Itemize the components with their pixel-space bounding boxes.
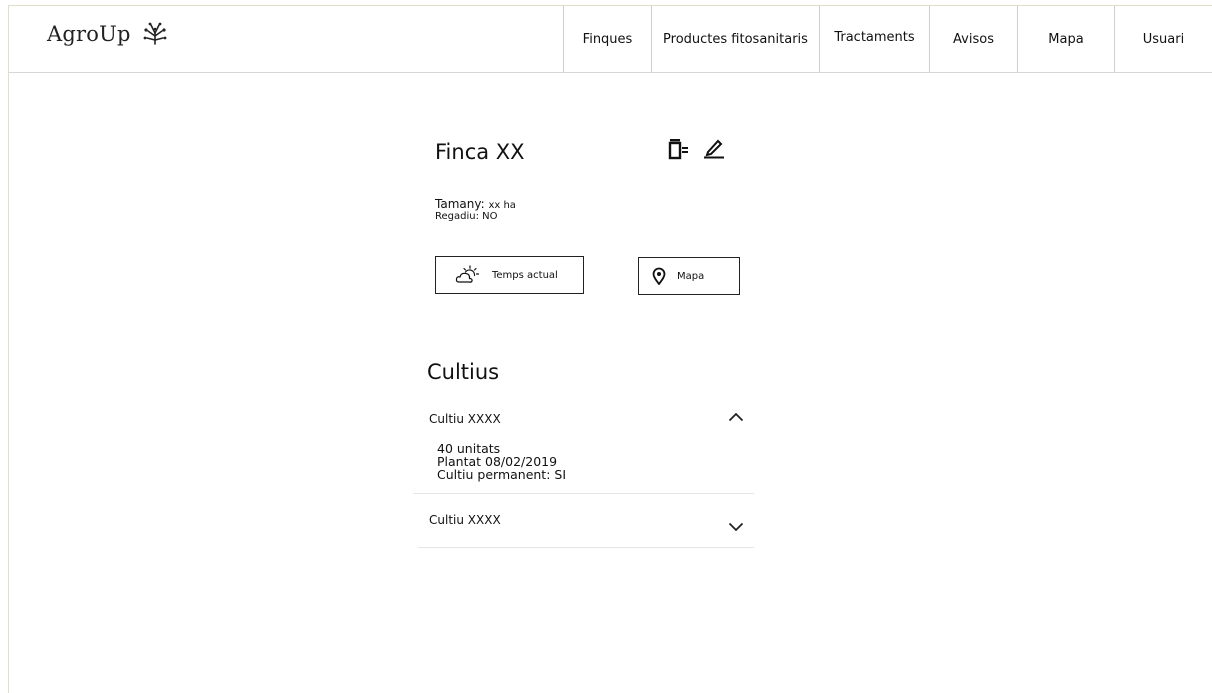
crops-section-title: Cultius [427, 360, 500, 384]
crop-name: Cultiu XXXX [429, 412, 501, 426]
finca-size: Tamany: xx ha [435, 197, 516, 211]
map-button-label: Mapa [677, 270, 705, 282]
crop-name: Cultiu XXXX [429, 513, 501, 527]
crop-row-header[interactable]: Cultiu XXXX [413, 404, 754, 436]
main-nav: Finques Productes fitosanitaris Tractame… [563, 6, 1212, 72]
page-title: Finca XX [435, 140, 525, 164]
crop-detail-permanent: Cultiu permanent: SI [437, 467, 567, 482]
crop-divider [413, 493, 754, 494]
brand-name: AgroUp [47, 22, 131, 46]
nav-item-usuari[interactable]: Usuari [1114, 6, 1212, 72]
chevron-up-icon[interactable] [728, 412, 744, 422]
nav-item-mapa[interactable]: Mapa [1017, 6, 1114, 72]
nav-item-avisos[interactable]: Avisos [929, 6, 1017, 72]
pencil-icon[interactable] [703, 137, 725, 159]
brand-logo[interactable]: AgroUp [47, 22, 169, 46]
finca-irrigation: Regadiu: NO [435, 211, 498, 222]
size-label: Tamany: [435, 197, 485, 211]
map-pin-icon [652, 267, 666, 285]
trash-icon[interactable] [668, 138, 690, 160]
size-value: xx ha [488, 200, 516, 211]
top-navigation-bar: AgroUp Finques Productes fitosanitaris T… [9, 6, 1212, 73]
nav-item-productes-fitosanitaris[interactable]: Productes fitosanitaris [651, 6, 819, 72]
window-border-left [8, 5, 9, 693]
chevron-down-icon[interactable] [728, 522, 744, 532]
weather-button-label: Temps actual [492, 269, 558, 281]
nav-item-tractaments[interactable]: Tractaments [819, 6, 929, 72]
map-button[interactable]: Mapa [638, 257, 740, 295]
sprout-icon [143, 22, 167, 45]
crop-row-header[interactable]: Cultiu XXXX [413, 506, 754, 540]
crop-divider [418, 547, 754, 548]
sun-cloud-icon [455, 265, 480, 283]
weather-button[interactable]: Temps actual [435, 256, 584, 294]
nav-item-finques[interactable]: Finques [563, 6, 651, 72]
